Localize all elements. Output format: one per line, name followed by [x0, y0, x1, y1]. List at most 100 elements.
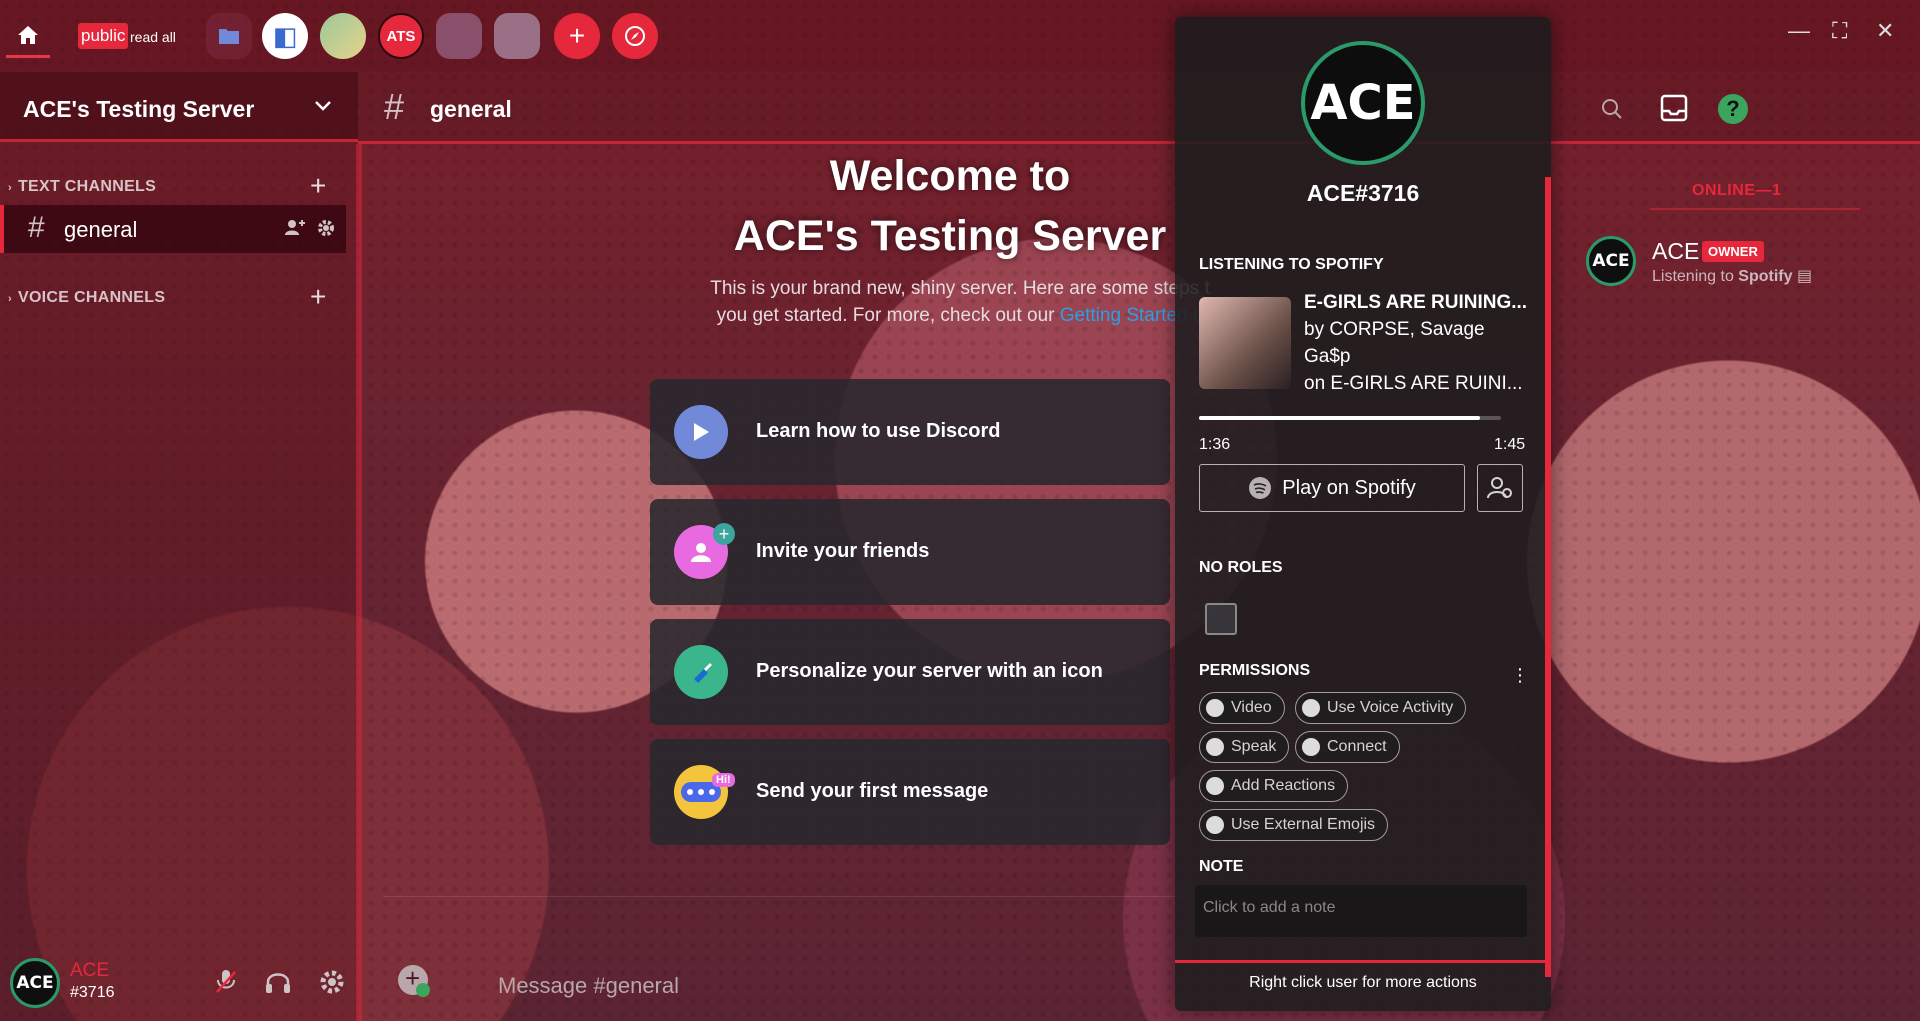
- avatar[interactable]: ACE: [10, 958, 60, 1008]
- add-voice-channel-icon[interactable]: +: [310, 281, 326, 313]
- server-icon-2[interactable]: [320, 13, 366, 59]
- permission-label: Video: [1231, 699, 1272, 716]
- folder-icon: [219, 29, 239, 44]
- permission-label: Add Reactions: [1231, 777, 1336, 794]
- song-progress-bar: [1199, 416, 1501, 420]
- send-message-card[interactable]: Hi! Send your first message: [650, 739, 1170, 845]
- song-album: on E-GIRLS ARE RUINI...: [1304, 373, 1523, 394]
- divider: [384, 896, 1184, 897]
- compass-icon: [625, 26, 645, 46]
- public-tag[interactable]: public: [78, 23, 129, 49]
- avatar[interactable]: ACE: [1586, 236, 1636, 286]
- time-total: 1:45: [1494, 436, 1526, 453]
- divider: [1175, 960, 1551, 963]
- activity-icon: ▤: [1796, 268, 1813, 285]
- server-folder-2[interactable]: [436, 13, 482, 59]
- permission-external-emojis: Use External Emojis: [1199, 809, 1389, 841]
- add-text-channel-icon[interactable]: +: [310, 170, 326, 202]
- learn-discord-card[interactable]: Learn how to use Discord: [650, 379, 1170, 485]
- gift-badge-icon: [416, 983, 430, 997]
- permission-label: Connect: [1327, 738, 1387, 755]
- avatar-text: ACE: [16, 973, 54, 993]
- play-icon: [674, 405, 728, 459]
- permission-add-reactions: Add Reactions: [1199, 770, 1349, 802]
- play-on-spotify-button[interactable]: Play on Spotify: [1199, 464, 1465, 512]
- permission-connect: Connect: [1295, 731, 1400, 763]
- permission-video: Video: [1199, 692, 1285, 724]
- channel-sidebar: ACE's Testing Server › TEXT CHANNELS + # …: [0, 72, 358, 1021]
- hash-icon: #: [384, 86, 405, 127]
- explore-servers-button[interactable]: [612, 13, 658, 59]
- channel-general[interactable]: # general: [0, 205, 346, 253]
- member-list: ONLINE—1 ACE ACE OWNER Listening to Spot…: [1560, 144, 1920, 1021]
- member-name[interactable]: ACE: [1652, 238, 1699, 265]
- message-input[interactable]: Message #general: [498, 973, 679, 999]
- text-channels-category[interactable]: › TEXT CHANNELS: [8, 178, 156, 196]
- user-listen-icon: [1487, 477, 1512, 499]
- permission-dot: [1302, 699, 1320, 717]
- card-label: Personalize your server with an icon: [756, 660, 1103, 682]
- invite-friends-card[interactable]: + Invite your friends: [650, 499, 1170, 605]
- popout-username: ACE#3716: [1306, 180, 1420, 206]
- time-current: 1:36: [1199, 436, 1231, 453]
- mute-microphone-icon[interactable]: [214, 968, 238, 996]
- permission-label: Use External Emojis: [1231, 816, 1376, 833]
- server-glyph: ◧: [272, 20, 298, 51]
- top-bar: public read all ◧ ATS + — ⛶ ✕: [0, 0, 1920, 72]
- add-role-button[interactable]: [1205, 603, 1237, 635]
- minimize-icon[interactable]: —: [1788, 18, 1810, 44]
- server-header[interactable]: ACE's Testing Server: [0, 72, 358, 142]
- member-status: Listening to Spotify ▤: [1652, 266, 1812, 286]
- home-button[interactable]: [6, 14, 50, 58]
- listening-label: LISTENING TO SPOTIFY: [1199, 256, 1384, 273]
- note-placeholder: Click to add a note: [1203, 899, 1336, 916]
- avatar: ACE: [1301, 41, 1425, 165]
- permission-dot: [1206, 816, 1224, 834]
- song-title[interactable]: E-GIRLS ARE RUINING...: [1304, 292, 1527, 314]
- close-icon[interactable]: ✕: [1876, 18, 1894, 44]
- welcome-title: Welcome to ACE's Testing Server: [700, 146, 1200, 266]
- chevron-down-icon: [315, 101, 331, 111]
- maximize-icon[interactable]: ⛶: [1832, 18, 1847, 44]
- search-icon[interactable]: [1601, 98, 1623, 120]
- attach-button[interactable]: +: [398, 963, 430, 997]
- help-icon[interactable]: ?: [1718, 94, 1748, 124]
- status-prefix: Listening to: [1652, 268, 1734, 285]
- server-icon-1[interactable]: ◧: [262, 13, 308, 59]
- owner-badge: OWNER: [1702, 241, 1764, 262]
- server-icon-ats[interactable]: ATS: [378, 13, 424, 59]
- note-label: NOTE: [1199, 858, 1244, 875]
- card-label: Send your first message: [756, 780, 989, 802]
- server-folder[interactable]: [206, 13, 252, 59]
- progress-fill: [1199, 416, 1480, 420]
- invite-icon[interactable]: [284, 218, 306, 236]
- home-icon: [18, 25, 38, 44]
- add-server-button[interactable]: +: [554, 13, 600, 59]
- more-options-icon[interactable]: ⋮: [1511, 665, 1529, 686]
- hi-badge: Hi!: [712, 773, 735, 787]
- welcome-title-line1: Welcome to: [829, 152, 1071, 200]
- album-art[interactable]: [1199, 297, 1291, 389]
- hash-icon: #: [28, 211, 45, 244]
- server-folder-3[interactable]: [494, 13, 540, 59]
- song-artist-line1: by CORPSE, Savage: [1304, 319, 1485, 340]
- avatar-text: ACE: [1592, 251, 1630, 271]
- status-app: Spotify: [1738, 268, 1793, 285]
- category-arrow-icon: ›: [8, 182, 12, 194]
- voice-channels-category[interactable]: › VOICE CHANNELS: [8, 289, 165, 307]
- read-all-button[interactable]: read all: [130, 29, 176, 45]
- user-panel: ACE ACE #3716: [0, 942, 358, 1021]
- user-discriminator: #3716: [70, 984, 115, 1001]
- user-settings-icon[interactable]: [318, 968, 346, 996]
- personalize-server-card[interactable]: Personalize your server with an icon: [650, 619, 1170, 725]
- user-name: ACE: [70, 960, 110, 981]
- card-label: Invite your friends: [756, 540, 930, 562]
- plus-icon: +: [568, 20, 586, 51]
- listen-along-button[interactable]: [1477, 464, 1523, 512]
- category-label: TEXT CHANNELS: [17, 178, 157, 195]
- permission-dot: [1302, 738, 1320, 756]
- gear-icon[interactable]: [316, 218, 336, 238]
- note-input[interactable]: Click to add a note: [1195, 885, 1527, 937]
- headphones-icon[interactable]: [264, 968, 292, 996]
- inbox-icon[interactable]: [1660, 94, 1688, 122]
